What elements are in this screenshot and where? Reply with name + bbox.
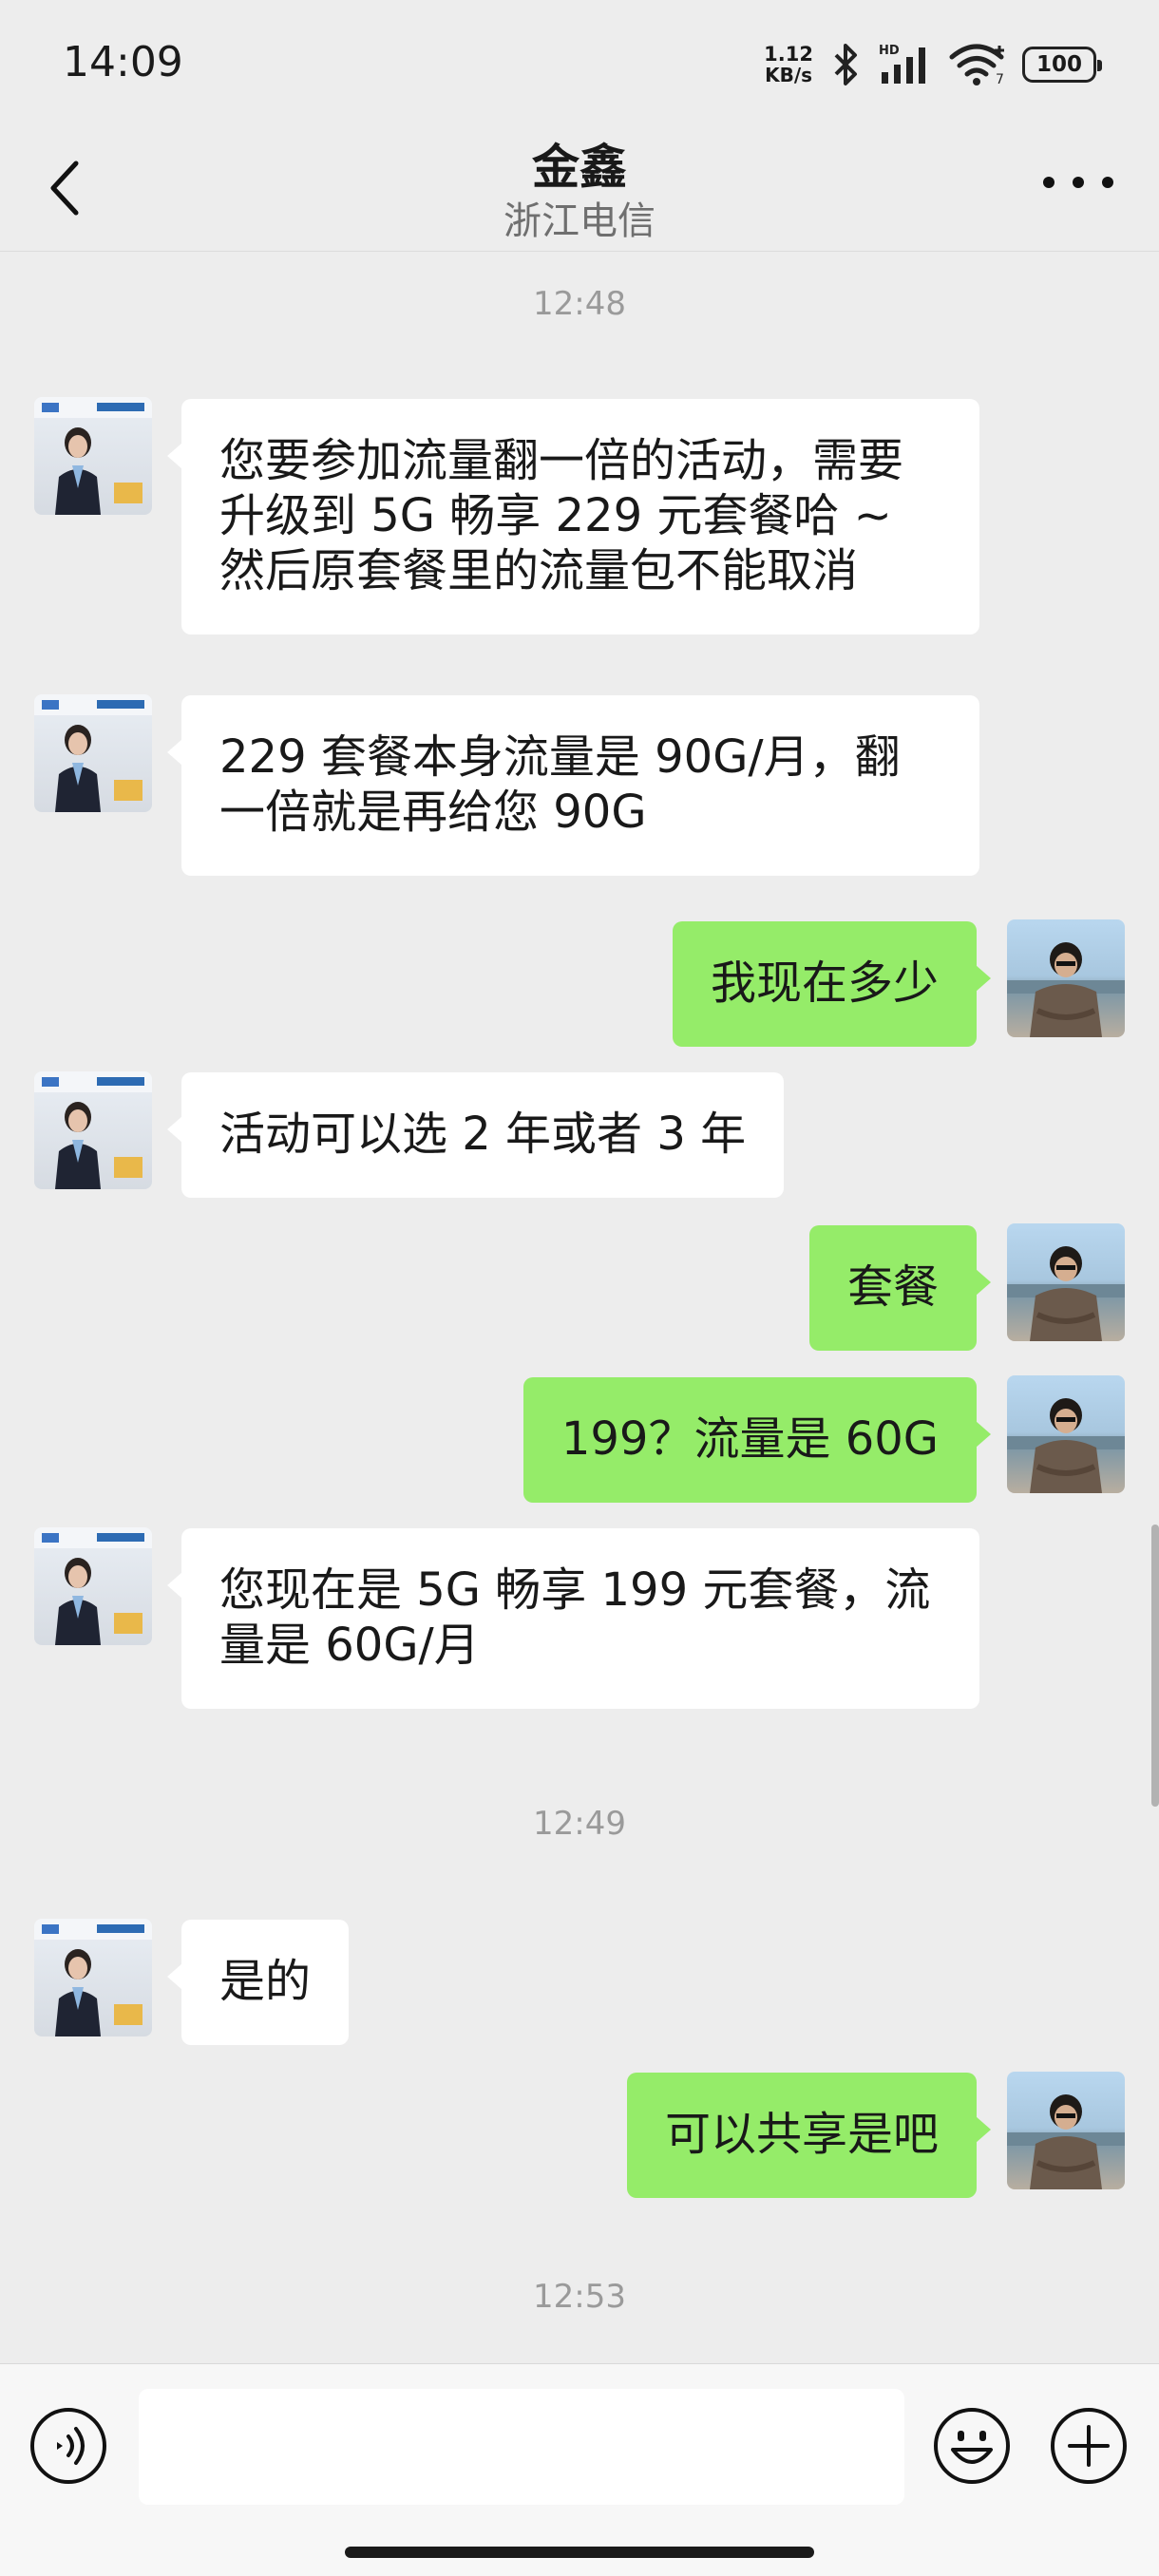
contact-name: 金鑫 bbox=[532, 140, 627, 195]
my-avatar[interactable] bbox=[1007, 2072, 1125, 2189]
my-avatar[interactable] bbox=[1007, 919, 1125, 1037]
more-dot-icon bbox=[1073, 177, 1084, 188]
my-photo bbox=[1007, 2094, 1125, 2189]
message-bubble-received[interactable]: 活动可以选 2 年或者 3 年 bbox=[166, 1072, 785, 1198]
agent-avatar[interactable] bbox=[34, 1919, 152, 2036]
plus-icon bbox=[1051, 2408, 1127, 2484]
network-speed-value: 1.12 bbox=[764, 43, 813, 66]
agent-photo bbox=[34, 1919, 152, 2036]
agent-avatar[interactable] bbox=[34, 1071, 152, 1189]
network-speed-unit: KB/s bbox=[765, 64, 813, 86]
agent-avatar[interactable] bbox=[34, 397, 152, 515]
more-functions-button[interactable] bbox=[1049, 2406, 1129, 2486]
chat-scrollbar[interactable] bbox=[1151, 1525, 1159, 1807]
voice-icon bbox=[30, 2408, 106, 2484]
more-dot-icon bbox=[1102, 177, 1113, 188]
message-bubble-received[interactable]: 是的 bbox=[166, 1920, 350, 2045]
bluetooth-icon bbox=[834, 44, 857, 85]
message-bubble-sent[interactable]: 我现在多少 bbox=[672, 921, 992, 1047]
message-input[interactable] bbox=[139, 2389, 904, 2505]
timestamp: 12:48 bbox=[533, 285, 626, 323]
agent-avatar[interactable] bbox=[34, 1527, 152, 1645]
cellular-signal-icon: HD bbox=[879, 44, 925, 84]
my-photo bbox=[1007, 1246, 1125, 1341]
agent-photo bbox=[34, 1527, 152, 1645]
more-options-button[interactable] bbox=[1043, 163, 1113, 201]
network-speed: 1.12 KB/s bbox=[764, 44, 813, 85]
signal-hd-label: HD bbox=[879, 44, 900, 58]
message-bubble-sent[interactable]: 可以共享是吧 bbox=[626, 2073, 992, 2198]
chat-area[interactable]: 12:48 您要参加流量翻一倍的活动，需要升级到 5G 畅享 229 元套餐哈 … bbox=[0, 253, 1159, 2363]
agent-photo bbox=[34, 397, 152, 515]
my-photo bbox=[1007, 1398, 1125, 1493]
more-dot-icon bbox=[1043, 177, 1054, 188]
timestamp: 12:53 bbox=[533, 2278, 626, 2316]
agent-photo bbox=[34, 694, 152, 812]
status-time: 14:09 bbox=[63, 38, 183, 86]
home-indicator[interactable] bbox=[345, 2547, 814, 2558]
agent-photo bbox=[34, 1071, 152, 1189]
message-bubble-received[interactable]: 您要参加流量翻一倍的活动，需要升级到 5G 畅享 229 元套餐哈 ~ 然后原套… bbox=[167, 399, 979, 635]
status-icons: 1.12 KB/s HD 7 100 bbox=[764, 38, 1102, 91]
message-bubble-sent[interactable]: 套餐 bbox=[808, 1225, 992, 1351]
message-bubble-received[interactable]: 您现在是 5G 畅享 199 元套餐，流量是 60G/月 bbox=[167, 1528, 979, 1709]
contact-company: 浙江电信 bbox=[504, 199, 656, 243]
wifi-standard-label: 7 bbox=[996, 72, 1004, 87]
emoji-button[interactable] bbox=[932, 2406, 1012, 2486]
message-bubble-sent[interactable]: 199？流量是 60G bbox=[522, 1377, 992, 1503]
message-bubble-received[interactable]: 229 套餐本身流量是 90G/月，翻一倍就是再给您 90G bbox=[167, 695, 979, 876]
my-avatar[interactable] bbox=[1007, 1375, 1125, 1493]
agent-avatar[interactable] bbox=[34, 694, 152, 812]
voice-button[interactable] bbox=[28, 2406, 108, 2486]
status-bar: 14:09 1.12 KB/s HD 7 100 bbox=[0, 0, 1159, 133]
timestamp: 12:49 bbox=[533, 1805, 626, 1843]
battery-indicator: 100 bbox=[1022, 47, 1102, 83]
wifi-icon: 7 bbox=[949, 44, 1004, 87]
chat-header: 金鑫 浙江电信 bbox=[0, 114, 1159, 252]
my-avatar[interactable] bbox=[1007, 1223, 1125, 1341]
emoji-icon bbox=[934, 2408, 1010, 2484]
my-photo bbox=[1007, 942, 1125, 1037]
input-bar bbox=[0, 2363, 1159, 2576]
